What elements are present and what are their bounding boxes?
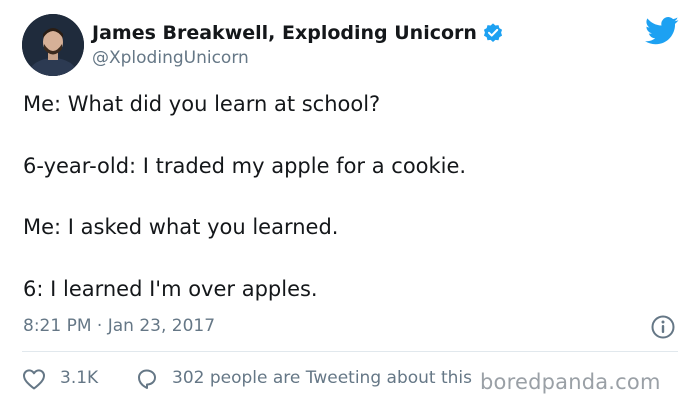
- tweeting-about-this-link[interactable]: 302 people are Tweeting about this: [172, 368, 472, 388]
- tweet-text-line-4: 6: I learned I'm over apples.: [23, 277, 318, 301]
- tweet-text-line-1: Me: What did you learn at school?: [23, 92, 381, 116]
- avatar[interactable]: [22, 14, 84, 76]
- tweet-card: James Breakwell, Exploding Unicorn @Xplo…: [0, 0, 700, 406]
- user-handle[interactable]: @XplodingUnicorn: [92, 48, 249, 68]
- watermark-text: boredpanda.com: [480, 370, 661, 394]
- heart-icon[interactable]: [22, 368, 46, 390]
- verified-badge-icon: [483, 23, 503, 42]
- tweet-text-line-2: 6-year-old: I traded my apple for a cook…: [23, 154, 467, 178]
- avatar-photo: [22, 14, 84, 76]
- info-icon[interactable]: [650, 314, 676, 340]
- like-count[interactable]: 3.1K: [60, 368, 98, 388]
- comment-icon[interactable]: [135, 367, 159, 391]
- tweet-timestamp[interactable]: 8:21 PM · Jan 23, 2017: [23, 316, 215, 336]
- divider: [22, 351, 678, 352]
- tweet-text-line-3: Me: I asked what you learned.: [23, 215, 339, 239]
- display-name[interactable]: James Breakwell, Exploding Unicorn: [92, 22, 477, 44]
- twitter-bird-icon[interactable]: [645, 16, 679, 46]
